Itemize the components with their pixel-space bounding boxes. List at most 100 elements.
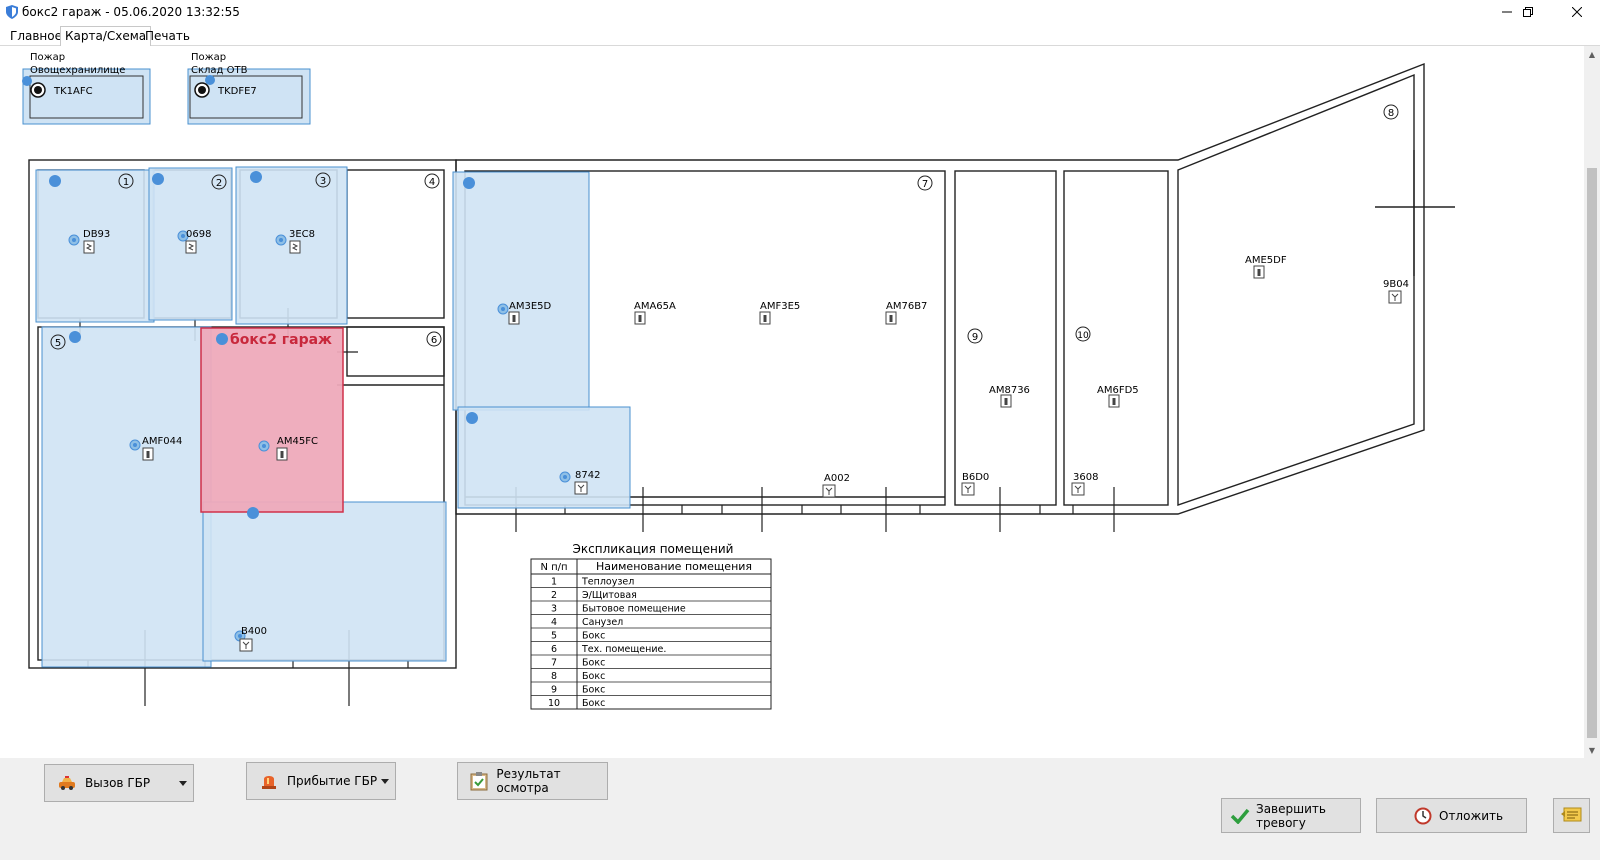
explication-row-num: 9 [551, 685, 557, 696]
fire-panel-2-device: TKDFE7 [217, 86, 257, 97]
floor-plan[interactable]: Пожар Овощехранилище TK1AFC Пожар Склад … [0, 46, 1584, 758]
explication-row-num: 5 [551, 631, 557, 642]
scrollbar-thumb[interactable] [1587, 168, 1597, 738]
fire-panel-2[interactable]: Пожар Склад ОТВ TKDFE7 [187, 52, 311, 125]
fire-panel-1-subtitle: Овощехранилище [30, 65, 125, 76]
notes-icon [1560, 805, 1583, 826]
inspection-result-label: Результат осмотра [496, 767, 561, 795]
sensor-label: AM3E5D [509, 301, 552, 312]
sensor-label: AM45FC [277, 436, 318, 447]
explication-row-name: Э/Щитовая [582, 590, 637, 601]
sensor-label: 0698 [186, 229, 211, 240]
sensor-label: AM8736 [989, 385, 1030, 396]
zone-room-7a[interactable] [452, 171, 590, 411]
clipboard-icon [470, 771, 488, 791]
car-icon [57, 773, 77, 793]
close-icon [1572, 7, 1582, 17]
zone-room-1[interactable] [35, 169, 155, 323]
room-number-9: 9 [972, 332, 978, 343]
explication-row-name: Бокс [582, 631, 605, 642]
scroll-down-icon[interactable]: ▼ [1584, 742, 1600, 758]
explication-row-num: 4 [551, 617, 557, 628]
fire-panel-2-title: Пожар [191, 52, 226, 63]
tab-main[interactable]: Главное [6, 27, 66, 46]
explication-row-name: Бытовое помещение [582, 604, 686, 615]
map-area[interactable]: Пожар Овощехранилище TK1AFC Пожар Склад … [0, 46, 1584, 758]
explication-row-name: Санузел [582, 617, 623, 628]
explication-header-num: N п/п [540, 562, 567, 573]
call-gbr-button[interactable]: Вызов ГБР [44, 764, 194, 802]
sensor-label: AM76B7 [886, 301, 927, 312]
explication-table: Экспликация помещений N п/п Наименование… [530, 542, 772, 710]
sensor-AMA65A[interactable]: AMA65A [634, 301, 676, 325]
sensor-label: A002 [824, 473, 850, 484]
postpone-button[interactable]: Отложить [1376, 798, 1527, 833]
sensor-label: 9B04 [1383, 279, 1409, 290]
explication-row-num: 1 [551, 577, 557, 588]
siren-icon [259, 771, 279, 791]
explication-row-name: Бокс [582, 685, 605, 696]
sensor-AM8736[interactable]: AM8736 [989, 385, 1030, 408]
sensor-AM76B7[interactable]: AM76B7 [885, 301, 927, 325]
sensor-label: AME5DF [1245, 255, 1287, 266]
sensor-AMF3E5[interactable]: AMF3E5 [759, 301, 800, 325]
room-number-1: 1 [123, 177, 129, 188]
sensor-label: AMA65A [634, 301, 676, 312]
sensor-label: AM6FD5 [1097, 385, 1139, 396]
fire-panel-1-title: Пожар [30, 52, 65, 63]
chevron-down-icon[interactable] [179, 781, 187, 786]
notes-button[interactable] [1553, 798, 1590, 833]
sensor-9B04[interactable]: 9B04 [1383, 279, 1409, 304]
sensor-dot [205, 75, 215, 85]
tab-bar: Главное Карта/Схема Печать [0, 26, 1600, 47]
sensor-label: 3EC8 [289, 229, 315, 240]
action-bar: Вызов ГБР Прибытие ГБР Результат осмотра… [0, 758, 1600, 860]
zone-room-5a[interactable] [41, 326, 212, 668]
fire-panel-2-subtitle: Склад ОТВ [191, 65, 248, 76]
explication-row-num: 7 [551, 658, 557, 669]
shield-icon [6, 5, 18, 19]
explication-row-num: 3 [551, 604, 557, 615]
sensor-3608[interactable]: 3608 [1071, 472, 1098, 496]
explication-title: Экспликация помещений [573, 542, 734, 556]
tab-map[interactable]: Карта/Схема [60, 26, 152, 47]
room-number-10: 10 [1077, 331, 1089, 341]
sensor-label: AMF044 [142, 436, 182, 447]
sensor-AM6FD5[interactable]: AM6FD5 [1097, 385, 1139, 408]
close-button[interactable] [1554, 0, 1600, 24]
room-number-8: 8 [1388, 108, 1394, 119]
restore-icon [1523, 7, 1533, 17]
sensor-label: DB93 [83, 229, 110, 240]
sensor-dot [22, 76, 32, 86]
tab-print[interactable]: Печать [141, 27, 194, 46]
zone-room-7b[interactable] [457, 406, 631, 509]
fire-panel-1-device: TK1AFC [53, 86, 93, 97]
scroll-up-icon[interactable]: ▲ [1584, 46, 1600, 62]
sensor-label: 3608 [1073, 472, 1098, 483]
room-number-3: 3 [320, 176, 326, 187]
room-number-4: 4 [429, 177, 435, 188]
alarm-zone-label: бокс2 гараж [230, 332, 332, 348]
explication-row-num: 2 [551, 590, 557, 601]
restore-button[interactable] [1507, 0, 1549, 24]
room-number-5: 5 [55, 338, 61, 349]
arrival-gbr-button[interactable]: Прибытие ГБР [246, 762, 396, 800]
sensor-label: B6D0 [962, 472, 989, 483]
room-number-2: 2 [216, 178, 222, 189]
alarm-zone[interactable]: бокс2 гараж [200, 327, 344, 513]
sensor-B6D0[interactable]: B6D0 [961, 472, 989, 496]
fire-panel-1[interactable]: Пожар Овощехранилище TK1AFC [22, 52, 151, 125]
chevron-down-icon[interactable] [381, 779, 389, 784]
call-gbr-label: Вызов ГБР [85, 776, 151, 790]
postpone-label: Отложить [1439, 808, 1504, 823]
explication-row-num: 8 [551, 671, 557, 682]
clock-icon [1413, 806, 1433, 826]
finish-alarm-button[interactable]: Завершить тревогу [1221, 798, 1361, 833]
arrival-gbr-label: Прибытие ГБР [287, 774, 378, 788]
sensor-label: 8742 [575, 470, 600, 481]
sensor-A002[interactable]: A002 [822, 473, 850, 498]
inspection-result-button[interactable]: Результат осмотра [457, 762, 608, 800]
vertical-scrollbar[interactable]: ▲ ▼ [1584, 46, 1600, 758]
sensor-AME5DF[interactable]: AME5DF [1245, 255, 1287, 279]
finish-alarm-label: Завершить тревогу [1256, 801, 1326, 830]
